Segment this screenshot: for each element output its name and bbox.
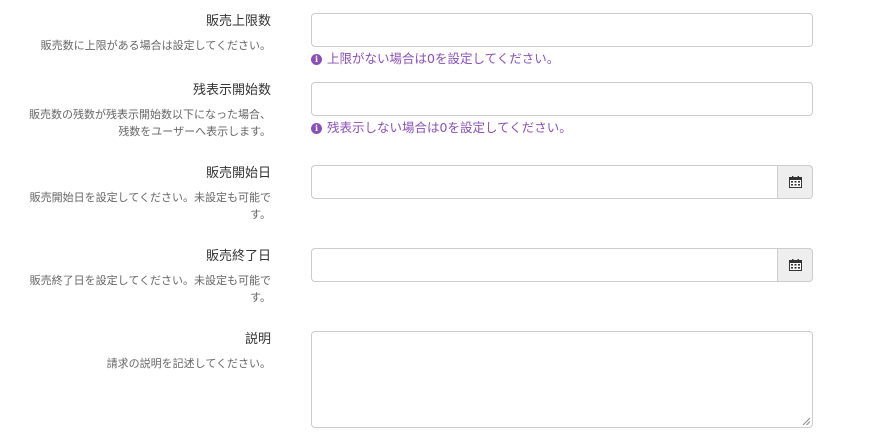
sales-end-label-group: 販売終了日 販売終了日を設定してください。未設定も可能で す。 [0,248,271,306]
remaining-display-help-text: 残表示しない場合は0を設定してください。 [327,120,572,135]
sales-limit-label-group: 販売上限数 販売数に上限がある場合は設定してください。 [0,13,271,54]
explanation-description: 請求の説明を記述してください。 [106,357,271,370]
sales-limit-field-group: i 上限がない場合は0を設定してください。 [311,13,813,67]
sales-start-calendar-button[interactable] [777,165,813,199]
sales-end-date-input[interactable] [311,248,777,282]
sales-end-date-group [311,248,813,282]
sales-end-field-group [311,248,813,282]
sales-start-description-line2: す。 [250,208,271,221]
sales-limit-help: i 上限がない場合は0を設定してください。 [311,51,813,67]
sales-start-label: 販売開始日 [205,166,271,181]
sales-start-description-line1: 販売開始日を設定してください。未設定も可能で [29,191,271,204]
sales-limit-label: 販売上限数 [205,14,271,29]
sales-end-description: 販売終了日を設定してください。未設定も可能で す。 [0,272,271,306]
explanation-label-group: 説明 請求の説明を記述してください。 [0,331,271,372]
sales-start-description: 販売開始日を設定してください。未設定も可能で す。 [0,189,271,223]
explanation-label: 説明 [244,332,271,347]
sales-end-calendar-button[interactable] [777,248,813,282]
remaining-display-help: i 残表示しない場合は0を設定してください。 [311,120,813,136]
resize-grip-icon[interactable] [802,417,810,425]
sales-start-label-group: 販売開始日 販売開始日を設定してください。未設定も可能で す。 [0,165,271,223]
info-circle-icon: i [311,53,322,65]
remaining-display-field-group: i 残表示しない場合は0を設定してください。 [311,82,813,136]
remaining-display-description-line2: 残数をユーザーへ表示します。 [118,125,271,138]
sales-limit-help-text: 上限がない場合は0を設定してください。 [327,51,560,66]
remaining-display-description: 販売数の残数が残表示開始数以下になった場合、 残数をユーザーへ表示します。 [0,106,271,140]
remaining-display-input[interactable] [311,82,813,116]
explanation-textarea[interactable] [311,331,813,428]
calendar-icon [788,176,802,188]
sales-end-label: 販売終了日 [205,249,271,264]
sales-start-date-group [311,165,813,199]
sales-start-date-input[interactable] [311,165,777,199]
sales-limit-description: 販売数に上限がある場合は設定してください。 [40,39,271,52]
sales-end-description-line1: 販売終了日を設定してください。未設定も可能で [29,274,271,287]
sales-limit-input[interactable] [311,13,813,47]
explanation-field-group [311,331,813,428]
remaining-display-label: 残表示開始数 [192,83,271,98]
calendar-icon [788,259,802,271]
sales-end-description-line2: す。 [250,291,271,304]
sales-start-field-group [311,165,813,199]
info-circle-icon: i [311,122,322,134]
remaining-display-label-group: 残表示開始数 販売数の残数が残表示開始数以下になった場合、 残数をユーザーへ表示… [0,82,271,140]
remaining-display-description-line1: 販売数の残数が残表示開始数以下になった場合、 [29,108,271,121]
